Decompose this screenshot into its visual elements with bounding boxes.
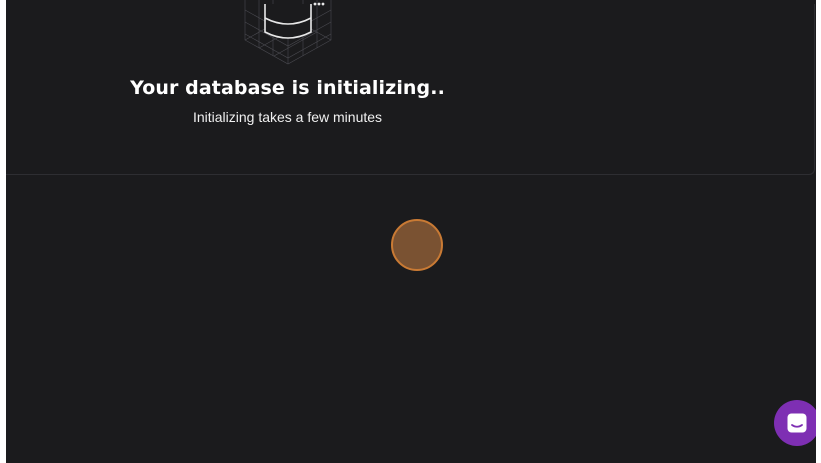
page-subtitle: Initializing takes a few minutes [192, 109, 383, 125]
database-icon [244, 0, 332, 65]
cursor-indicator [391, 219, 443, 271]
window-right-edge [816, 0, 821, 463]
chat-launcher-button[interactable] [774, 400, 820, 446]
app-main: Your database is initializing.. Initiali… [6, 0, 821, 463]
chat-launcher-icon [787, 413, 807, 433]
page-title: Your database is initializing.. [130, 77, 445, 99]
initializing-card: Your database is initializing.. Initiali… [6, 0, 815, 175]
